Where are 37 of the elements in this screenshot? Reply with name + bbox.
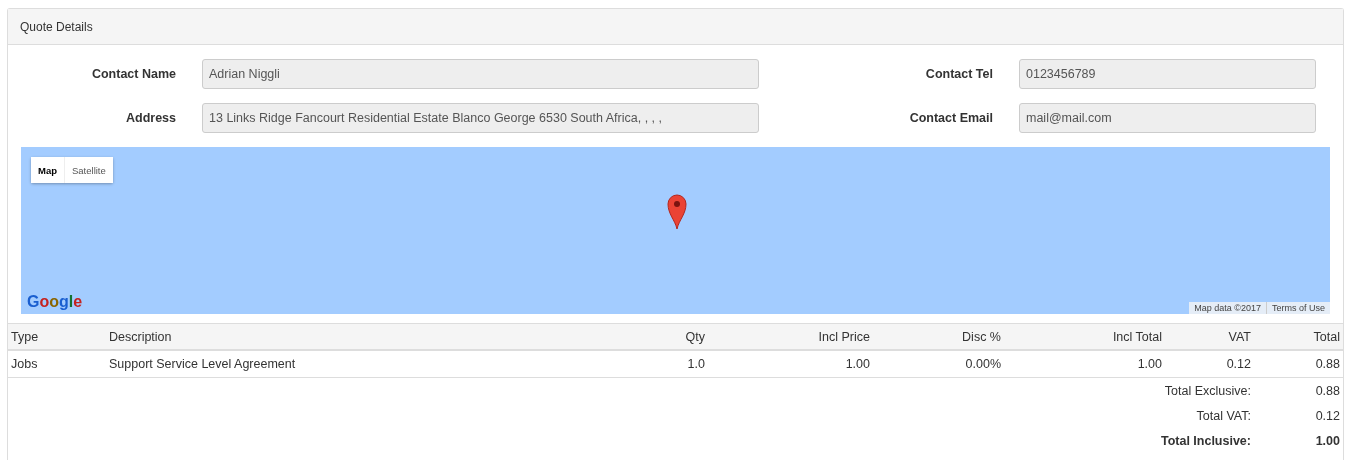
table-cell-text: 1.00 — [844, 357, 871, 371]
field-label: Contact Email — [908, 111, 993, 125]
input-field[interactable]: 13 Links Ridge Fancourt Residential Estate Blanco George 6530 South Africa, , , , — [202, 103, 759, 133]
map-attribution: Map data ©2017 — [1193, 302, 1262, 314]
field-label: Contact Name — [90, 67, 176, 81]
terms-link[interactable]: Terms of Use — [1266, 302, 1330, 314]
total-label: Total Inclusive: — [1159, 433, 1252, 448]
total-value: 0.88 — [1314, 383, 1341, 398]
table-cell-text: 0.12 — [1225, 357, 1252, 371]
column-header: VAT — [1227, 329, 1252, 344]
input-field[interactable]: mail@mail.com — [1019, 103, 1316, 133]
column-header: Disc % — [961, 329, 1002, 344]
table-cell-text: 1.00 — [1136, 357, 1163, 371]
column-header: Qty — [684, 329, 706, 344]
table-cell-text: Support Service Level Agreement — [108, 357, 297, 371]
column-header: Type — [10, 329, 40, 344]
map-type-button[interactable]: Satellite — [64, 157, 113, 183]
table-cell-text: 1.0 — [686, 357, 706, 371]
input-field[interactable]: Adrian Niggli — [202, 59, 759, 89]
table-cell-text: Jobs — [10, 357, 39, 371]
field-label: Address — [124, 111, 176, 125]
total-label: Total VAT: — [1195, 408, 1252, 423]
table-cell-text: 0.88 — [1314, 357, 1341, 371]
google-logo: Google — [27, 293, 83, 311]
total-label: Total Exclusive: — [1163, 383, 1252, 398]
map-type-button[interactable]: Map — [31, 157, 64, 183]
total-value: 1.00 — [1314, 433, 1341, 448]
column-header: Incl Total — [1111, 329, 1163, 344]
column-header: Description — [108, 329, 173, 344]
table-cell-text: 0.00% — [964, 357, 1002, 371]
field-label: Contact Tel — [924, 67, 993, 81]
map-pin-icon — [667, 194, 687, 230]
column-header: Total — [1312, 329, 1341, 344]
input-field[interactable]: 0123456789 — [1019, 59, 1316, 89]
column-header: Incl Price — [817, 329, 871, 344]
panel-title: Quote Details — [20, 19, 93, 34]
total-value: 0.12 — [1314, 408, 1341, 423]
